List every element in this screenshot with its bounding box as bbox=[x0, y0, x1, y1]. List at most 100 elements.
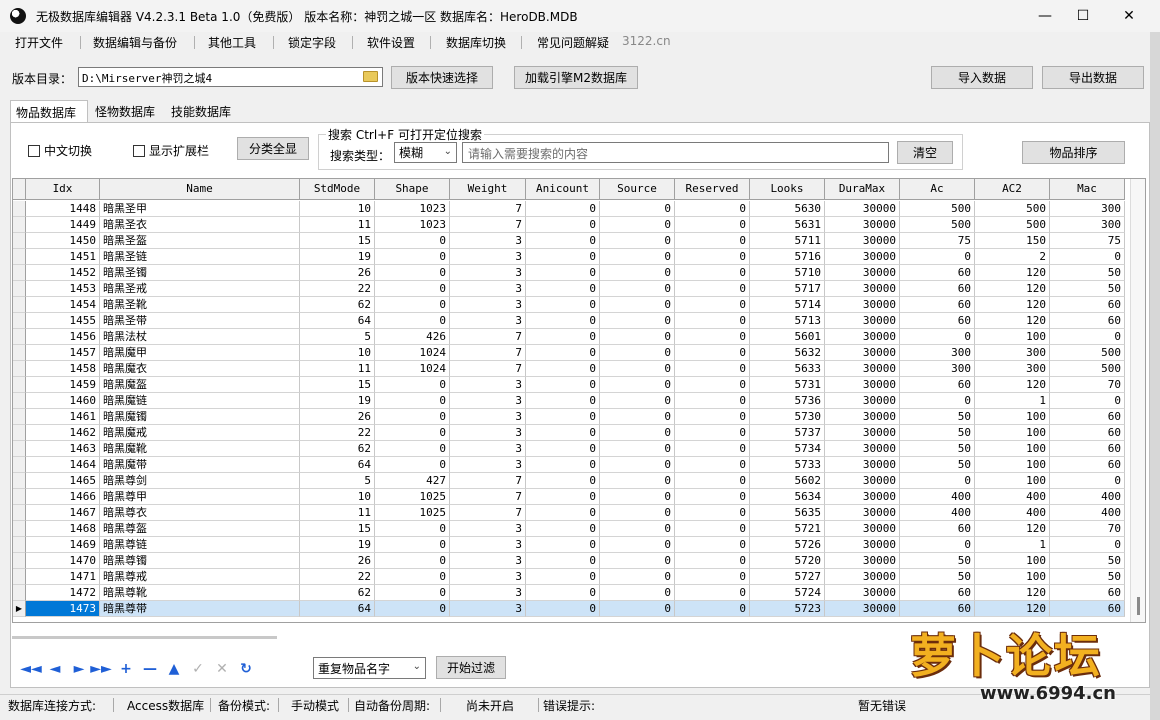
table-cell-ac2[interactable]: 300 bbox=[975, 361, 1050, 377]
table-cell-stdmode[interactable]: 22 bbox=[300, 569, 375, 585]
menu-faq[interactable]: 常见问题解疑 bbox=[537, 34, 609, 51]
row-indicator[interactable] bbox=[13, 457, 26, 473]
table-cell-idx[interactable]: 1471 bbox=[26, 569, 100, 585]
table-cell-duramax[interactable]: 30000 bbox=[825, 425, 900, 441]
table-cell-ac2[interactable]: 500 bbox=[975, 201, 1050, 217]
table-cell-weight[interactable]: 3 bbox=[450, 313, 526, 329]
table-cell-source[interactable]: 0 bbox=[600, 377, 675, 393]
row-indicator[interactable] bbox=[13, 393, 26, 409]
table-cell-idx[interactable]: 1448 bbox=[26, 201, 100, 217]
table-cell-source[interactable]: 0 bbox=[600, 361, 675, 377]
table-cell-looks[interactable]: 5633 bbox=[750, 361, 825, 377]
table-cell-mac[interactable]: 0 bbox=[1050, 537, 1125, 553]
table-cell-idx[interactable]: 1463 bbox=[26, 441, 100, 457]
row-indicator[interactable] bbox=[13, 217, 26, 233]
table-cell-weight[interactable]: 3 bbox=[450, 537, 526, 553]
menu-other-tools[interactable]: 其他工具 bbox=[208, 34, 256, 51]
import-button[interactable]: 导入数据 bbox=[931, 66, 1033, 89]
table-cell-ac[interactable]: 60 bbox=[900, 521, 975, 537]
table-cell-source[interactable]: 0 bbox=[600, 249, 675, 265]
table-cell-shape[interactable]: 426 bbox=[375, 329, 450, 345]
table-cell-mac[interactable]: 300 bbox=[1050, 201, 1125, 217]
table-cell-shape[interactable]: 0 bbox=[375, 441, 450, 457]
table-cell-looks[interactable]: 5726 bbox=[750, 537, 825, 553]
table-cell-ac[interactable]: 50 bbox=[900, 409, 975, 425]
table-cell-mac[interactable]: 75 bbox=[1050, 233, 1125, 249]
table-cell-weight[interactable]: 7 bbox=[450, 217, 526, 233]
row-indicator[interactable] bbox=[13, 585, 26, 601]
table-cell-looks[interactable]: 5733 bbox=[750, 457, 825, 473]
table-cell-name[interactable]: 暗黑尊衣 bbox=[100, 505, 300, 521]
clear-button[interactable]: 清空 bbox=[897, 141, 953, 164]
table-cell-reserved[interactable]: 0 bbox=[675, 505, 750, 521]
table-cell-reserved[interactable]: 0 bbox=[675, 441, 750, 457]
table-cell-shape[interactable]: 0 bbox=[375, 601, 450, 617]
table-cell-weight[interactable]: 3 bbox=[450, 409, 526, 425]
table-cell-ac[interactable]: 300 bbox=[900, 345, 975, 361]
table-cell-ac[interactable]: 60 bbox=[900, 377, 975, 393]
table-cell-duramax[interactable]: 30000 bbox=[825, 297, 900, 313]
table-cell-ac2[interactable]: 500 bbox=[975, 217, 1050, 233]
table-row[interactable]: 1451 暗黑圣链 19 0 3 0 0 0 5716 30000 0 2 0 bbox=[13, 249, 1129, 265]
table-cell-ac2[interactable]: 1 bbox=[975, 393, 1050, 409]
menu-lock-fields[interactable]: 锁定字段 bbox=[288, 34, 336, 51]
row-indicator[interactable] bbox=[13, 521, 26, 537]
table-cell-stdmode[interactable]: 26 bbox=[300, 553, 375, 569]
column-header[interactable]: AC2 bbox=[975, 179, 1050, 199]
table-cell-anicount[interactable]: 0 bbox=[526, 505, 600, 521]
table-cell-source[interactable]: 0 bbox=[600, 553, 675, 569]
table-cell-shape[interactable]: 0 bbox=[375, 233, 450, 249]
table-cell-stdmode[interactable]: 22 bbox=[300, 425, 375, 441]
checkbox-box[interactable] bbox=[28, 144, 40, 157]
table-cell-reserved[interactable]: 0 bbox=[675, 329, 750, 345]
table-cell-duramax[interactable]: 30000 bbox=[825, 329, 900, 345]
table-row[interactable]: 1472 暗黑尊靴 62 0 3 0 0 0 5724 30000 60 120 60 bbox=[13, 585, 1129, 601]
table-cell-weight[interactable]: 7 bbox=[450, 201, 526, 217]
table-cell-ac2[interactable]: 400 bbox=[975, 489, 1050, 505]
table-cell-stdmode[interactable]: 15 bbox=[300, 377, 375, 393]
row-indicator[interactable]: ▶ bbox=[13, 601, 26, 617]
table-cell-ac[interactable]: 0 bbox=[900, 537, 975, 553]
table-row[interactable]: 1449 暗黑圣衣 11 1023 7 0 0 0 5631 30000 500 500 300 bbox=[13, 217, 1129, 233]
table-cell-name[interactable]: 暗黑魔盔 bbox=[100, 377, 300, 393]
table-cell-duramax[interactable]: 30000 bbox=[825, 457, 900, 473]
table-cell-anicount[interactable]: 0 bbox=[526, 329, 600, 345]
table-cell-reserved[interactable]: 0 bbox=[675, 345, 750, 361]
table-cell-idx[interactable]: 1473 bbox=[26, 601, 100, 617]
delete-record-icon[interactable]: — bbox=[141, 660, 159, 678]
prior-record-icon[interactable]: ◄ bbox=[46, 660, 64, 678]
table-cell-mac[interactable]: 70 bbox=[1050, 521, 1125, 537]
table-cell-stdmode[interactable]: 15 bbox=[300, 233, 375, 249]
row-indicator[interactable] bbox=[13, 569, 26, 585]
table-cell-duramax[interactable]: 30000 bbox=[825, 569, 900, 585]
table-cell-stdmode[interactable]: 10 bbox=[300, 345, 375, 361]
table-cell-stdmode[interactable]: 15 bbox=[300, 521, 375, 537]
insert-record-icon[interactable]: + bbox=[117, 660, 135, 678]
table-row[interactable]: 1461 暗黑魔镯 26 0 3 0 0 0 5730 30000 50 100 60 bbox=[13, 409, 1129, 425]
table-row[interactable]: 1464 暗黑魔带 64 0 3 0 0 0 5733 30000 50 100 60 bbox=[13, 457, 1129, 473]
table-cell-ac[interactable]: 50 bbox=[900, 441, 975, 457]
table-cell-reserved[interactable]: 0 bbox=[675, 569, 750, 585]
table-cell-name[interactable]: 暗黑圣靴 bbox=[100, 297, 300, 313]
table-cell-anicount[interactable]: 0 bbox=[526, 473, 600, 489]
table-cell-shape[interactable]: 1024 bbox=[375, 345, 450, 361]
table-row[interactable]: 1455 暗黑圣带 64 0 3 0 0 0 5713 30000 60 120 60 bbox=[13, 313, 1129, 329]
table-cell-looks[interactable]: 5634 bbox=[750, 489, 825, 505]
table-cell-weight[interactable]: 3 bbox=[450, 233, 526, 249]
table-cell-ac2[interactable]: 100 bbox=[975, 425, 1050, 441]
table-cell-name[interactable]: 暗黑圣盔 bbox=[100, 233, 300, 249]
table-cell-mac[interactable]: 50 bbox=[1050, 553, 1125, 569]
table-cell-ac2[interactable]: 100 bbox=[975, 553, 1050, 569]
table-cell-mac[interactable]: 400 bbox=[1050, 505, 1125, 521]
table-row[interactable]: 1458 暗黑魔衣 11 1024 7 0 0 0 5633 30000 300 300 500 bbox=[13, 361, 1129, 377]
row-indicator[interactable] bbox=[13, 265, 26, 281]
table-cell-stdmode[interactable]: 10 bbox=[300, 201, 375, 217]
table-cell-ac[interactable]: 75 bbox=[900, 233, 975, 249]
table-cell-duramax[interactable]: 30000 bbox=[825, 249, 900, 265]
table-cell-name[interactable]: 暗黑魔衣 bbox=[100, 361, 300, 377]
menu-settings[interactable]: 软件设置 bbox=[367, 34, 415, 51]
table-cell-anicount[interactable]: 0 bbox=[526, 201, 600, 217]
table-cell-mac[interactable]: 500 bbox=[1050, 345, 1125, 361]
table-cell-looks[interactable]: 5730 bbox=[750, 409, 825, 425]
row-indicator[interactable] bbox=[13, 409, 26, 425]
